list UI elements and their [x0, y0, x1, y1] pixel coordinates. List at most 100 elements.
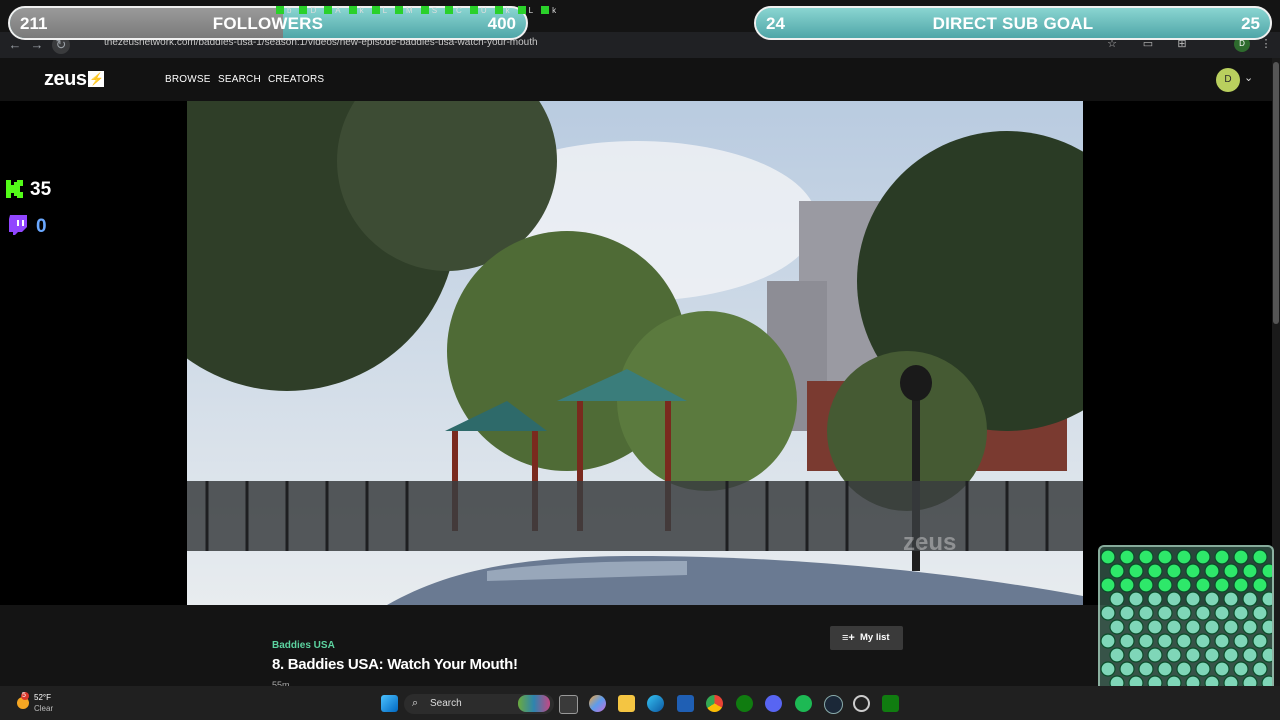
- kick-token: [1128, 647, 1144, 663]
- kick-token: [1195, 633, 1211, 649]
- chat-ticker: b D Ak L M S C Uk Lk: [268, 6, 758, 22]
- kick-badge-icon: [371, 6, 380, 14]
- kick-token: [1157, 661, 1173, 677]
- kick-token: [1223, 563, 1239, 579]
- kick-token: [1185, 619, 1201, 635]
- ticker-item: k: [359, 6, 364, 15]
- kick-token: [1176, 633, 1192, 649]
- file-explorer-icon[interactable]: [618, 695, 635, 712]
- kick-token: [1214, 661, 1230, 677]
- kick-token: [1119, 577, 1135, 593]
- kick-token: [1242, 563, 1258, 579]
- kick-token: [1261, 591, 1272, 607]
- kick-token: [1138, 605, 1154, 621]
- site-header: zeus ⚡ BROWSE SEARCH CREATORS D ⌄: [0, 58, 1280, 101]
- nav-browse[interactable]: BROWSE: [165, 74, 211, 85]
- my-list-label: My list: [860, 632, 890, 643]
- kick-token: [1223, 619, 1239, 635]
- kick-token: [1214, 605, 1230, 621]
- ticker-item: A: [335, 6, 341, 15]
- kick-token: [1119, 605, 1135, 621]
- kick-token: [1147, 591, 1163, 607]
- kick-token: [1204, 591, 1220, 607]
- kick-token: [1233, 577, 1249, 593]
- kick-badge-icon: [324, 6, 333, 14]
- search-icon: ⌕: [412, 697, 419, 709]
- kick-badge-icon: [395, 6, 404, 14]
- weather-condition[interactable]: Clear: [34, 704, 53, 713]
- kick-token: [1157, 549, 1173, 565]
- kick-token: [1233, 661, 1249, 677]
- store-icon[interactable]: [677, 695, 694, 712]
- kick-token: [1261, 563, 1272, 579]
- kick-token: [1100, 549, 1116, 565]
- sub-goal-label: DIRECT SUB GOAL: [932, 14, 1094, 33]
- kick-badge-icon: [494, 6, 503, 14]
- discord-icon[interactable]: [765, 695, 782, 712]
- kick-badge-icon: [445, 6, 454, 14]
- nav-search[interactable]: SEARCH: [218, 74, 261, 85]
- kick-token: [1252, 633, 1268, 649]
- kick-token: [1242, 619, 1258, 635]
- kick-token: [1147, 619, 1163, 635]
- kick-token: [1176, 577, 1192, 593]
- xbox-app-icon[interactable]: [882, 695, 899, 712]
- copilot-icon[interactable]: [589, 695, 606, 712]
- kick-token: [1252, 661, 1268, 677]
- search-highlight-icon[interactable]: [518, 695, 550, 712]
- kick-token: [1109, 619, 1125, 635]
- kick-token: [1100, 633, 1116, 649]
- video-player[interactable]: zeus: [187, 101, 1083, 605]
- kick-token: [1223, 647, 1239, 663]
- windows-start-icon[interactable]: [381, 695, 398, 712]
- weather-badge: 5: [22, 692, 26, 699]
- kick-token: [1185, 591, 1201, 607]
- steam-icon[interactable]: [824, 695, 843, 714]
- spotify-icon[interactable]: [795, 695, 812, 712]
- kick-token: [1157, 633, 1173, 649]
- kick-token: [1147, 563, 1163, 579]
- kick-token: [1100, 577, 1116, 593]
- kick-token: [1119, 549, 1135, 565]
- chevron-down-icon[interactable]: ⌄: [1244, 71, 1253, 84]
- kick-token: [1233, 605, 1249, 621]
- task-view-icon[interactable]: [559, 695, 578, 714]
- chrome-icon[interactable]: [706, 695, 723, 712]
- episode-info-panel: [0, 605, 1272, 686]
- ticker-item: k: [552, 6, 557, 15]
- kick-token: [1204, 647, 1220, 663]
- my-list-button[interactable]: ≡+ My list: [830, 626, 903, 650]
- kick-token: [1261, 647, 1272, 663]
- ticker-item: S: [431, 6, 438, 15]
- kick-token: [1204, 563, 1220, 579]
- avatar[interactable]: D: [1216, 68, 1240, 92]
- kick-token: [1176, 605, 1192, 621]
- kick-token: [1242, 647, 1258, 663]
- zeus-logo[interactable]: zeus ⚡: [44, 68, 105, 91]
- kick-count: 35: [30, 179, 52, 200]
- kick-token: [1233, 633, 1249, 649]
- kick-token: [1138, 549, 1154, 565]
- kick-logo-icon: [6, 180, 23, 198]
- taskbar-search-label: Search: [430, 698, 462, 709]
- kick-token: [1185, 647, 1201, 663]
- ticker-item: L: [382, 6, 388, 15]
- video-watermark: zeus: [903, 529, 957, 556]
- ticker-item: k: [505, 6, 510, 15]
- kick-token: [1252, 577, 1268, 593]
- edge-icon[interactable]: [647, 695, 664, 712]
- weather-temp[interactable]: 52°F: [34, 693, 51, 702]
- kick-badge-icon: [541, 6, 550, 14]
- show-name[interactable]: Baddies USA: [272, 640, 335, 651]
- xbox-icon[interactable]: [736, 695, 753, 712]
- scrollbar-thumb[interactable]: [1273, 62, 1279, 324]
- kick-token: [1223, 591, 1239, 607]
- followers-current: 211: [20, 14, 48, 33]
- nav-creators[interactable]: CREATORS: [268, 74, 324, 85]
- obs-icon[interactable]: [853, 695, 870, 712]
- kick-token: [1166, 619, 1182, 635]
- ticker-item: D: [310, 6, 317, 15]
- kick-token: [1252, 549, 1268, 565]
- kick-badge-icon: [276, 6, 284, 14]
- kick-token: [1147, 647, 1163, 663]
